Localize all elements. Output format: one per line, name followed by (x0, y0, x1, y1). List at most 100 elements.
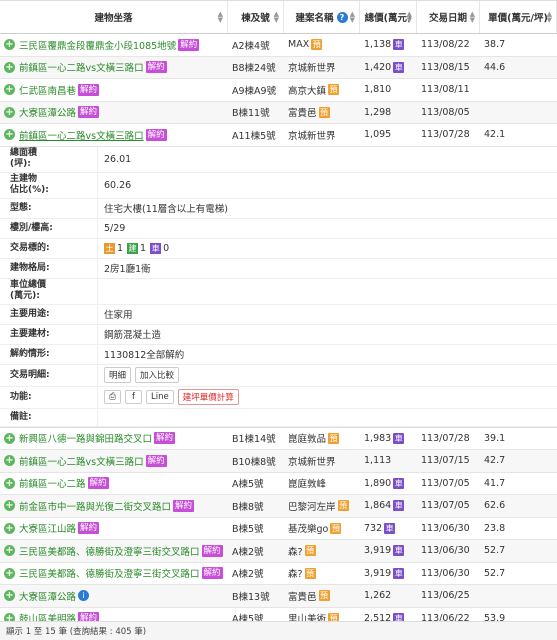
address-link[interactable]: 三民區美都路、德勝街及澄寧三街交叉路口 (19, 544, 200, 558)
table-row[interactable]: + 三民區美都路、德勝街及澄寧三街交叉路口 解約 A棟2號 森? 預 3,919 車 113/0… (0, 563, 557, 585)
type-label: 型態: (0, 198, 98, 218)
main-ratio-label: 主建物 佔比(%): (0, 172, 98, 198)
rows-bottom: + 新興區八德一路與錦田路交叉口 解約 B1棟14號 崑庭敦品預 1,983 車 113/07… (0, 428, 557, 640)
col-unit[interactable]: 棟及號 ▲ ▼ (228, 1, 284, 33)
building-icon: 建 (127, 242, 139, 254)
info-icon[interactable]: i (78, 590, 90, 602)
sort-icon: ▲ ▼ (273, 10, 279, 24)
sort-icon: ▲ ▼ (217, 10, 223, 24)
expand-icon[interactable]: + (4, 39, 15, 51)
address-link[interactable]: 三民區美都路、德勝街及澄寧三街交叉路口 (19, 566, 200, 580)
date-cell: 113/08/22 (421, 39, 470, 51)
address-link[interactable]: 前金區市中一路與光復二街交叉路口 (19, 499, 171, 513)
cancel-tag: 解約 (178, 38, 200, 51)
date-cell: 113/06/30 (421, 522, 470, 534)
project-name: 京城新世界 (288, 130, 336, 142)
total-price: 1,864 (364, 500, 392, 512)
car-icon: 車 (393, 567, 405, 579)
address-link[interactable]: 大寮區潭公路 (19, 105, 76, 119)
address-link[interactable]: 前鎮區一心二路vs文橫三路口 (19, 128, 144, 142)
cancel-value: 1130812全部解約 (104, 350, 185, 361)
floor-label: 樓別/樓高: (0, 218, 98, 238)
expand-icon[interactable]: + (4, 522, 15, 534)
table-row[interactable]: + 大寮區江山路 解約 B棟5號 基茂樂go 預 732 車 113/06/30 23.8 (0, 518, 557, 540)
total-price: 1,810 (364, 84, 392, 96)
address-link[interactable]: 前鎮區一心二路vs文橫三路口 (19, 454, 144, 468)
col-unit-price[interactable]: 單價(萬元/坪) ▲ ▼ (480, 1, 557, 33)
date-cell: 113/07/28 (421, 129, 470, 141)
address-link[interactable]: 仁武區南昌巷 (19, 83, 76, 97)
print-icon[interactable]: ⎙ (104, 390, 121, 404)
expand-icon[interactable]: + (4, 477, 15, 489)
expand-icon[interactable]: + (4, 84, 15, 96)
function-label: 功能: (0, 386, 98, 408)
cancel-label: 解約情形: (0, 344, 98, 364)
table-row[interactable]: + 三民區覆鼎金段覆鼎金小段1085地號 解約 A2棟4號 MAX 預 1,138 車 113/… (0, 34, 557, 57)
layout-label: 建物格局: (0, 258, 98, 278)
address-link[interactable]: 前鎮區一心二路vs文橫三路口 (19, 60, 144, 74)
table-row[interactable]: + 前鎮區一心二路vs文橫三路口 解約 B10棟8號 京城新世界 1,113 113/07/… (0, 450, 557, 473)
expand-icon[interactable]: + (4, 567, 15, 579)
table-row[interactable]: + 三民區美都路、德勝街及澄寧三街交叉路口 解約 A棟2號 森? 預 3,919 車 113/0… (0, 540, 557, 563)
cancel-tag: 解約 (145, 454, 167, 467)
unit-cell: A9棟A9號 (232, 85, 277, 97)
car-icon: 車 (393, 61, 405, 73)
material-label: 主要建材: (0, 324, 98, 344)
project-name: 高京大鎮 (288, 85, 327, 97)
unit-cell: B棟13號 (232, 591, 270, 603)
cancel-tag: 解約 (173, 499, 195, 512)
col-total-price[interactable]: 總價(萬元) ▲ ▼ (360, 1, 417, 33)
table-row[interactable]: + 大寮區潭公路 解約 B棟11號 富貴邑預 1,298 113/08/05 (0, 101, 557, 124)
table-row[interactable]: + 前鎮區一心二路vs文橫三路口 解約 B8棟24號 京城新世界 1,420 車 113/08… (0, 56, 557, 79)
unit-price-calc-button[interactable]: 建坪單價計算 (177, 389, 239, 405)
expand-icon[interactable]: + (4, 432, 15, 444)
expand-icon[interactable]: + (4, 590, 15, 602)
add-compare-button[interactable]: 加入比較 (135, 367, 180, 383)
total-price: 1,983 (364, 432, 392, 444)
col-address[interactable]: 建物坐落 ▲ ▼ (0, 1, 228, 33)
address-link[interactable]: 大寮區潭公路 (19, 589, 76, 603)
table-row[interactable]: + 前金區市中一路與光復二街交叉路口 解約 B棟8號 巴黎河左岸預 1,864 車 113/0… (0, 495, 557, 518)
date-cell: 113/08/05 (421, 106, 470, 118)
unit-price-cell (480, 585, 557, 607)
address-link[interactable]: 前鎮區一心二路 (19, 476, 86, 490)
presale-icon: 預 (304, 545, 316, 557)
total-price: 1,138 (364, 39, 392, 51)
project-name: 巴黎河左岸 (288, 501, 336, 513)
rows-top: + 三民區覆鼎金段覆鼎金小段1085地號 解約 A2棟4號 MAX 預 1,138 車 113/… (0, 34, 557, 147)
help-icon[interactable]: ? (336, 11, 348, 23)
col-project[interactable]: 建案名稱? ▲ ▼ (284, 1, 360, 33)
project-name: 崑庭敦峰 (288, 479, 327, 491)
address-link[interactable]: 大寮區江山路 (19, 521, 76, 535)
table-row[interactable]: + 大寮區潭公路 i B棟13號 富貴邑預 1,262 113/06/25 (0, 585, 557, 608)
total-price: 1,890 (364, 477, 392, 489)
table-row[interactable]: + 前鎮區一心二路vs文橫三路口 解約 A11棟5號 京城新世界 1,095 113/07/… (0, 124, 557, 147)
table-row[interactable]: + 前鎮區一心二路 解約 A棟5號 崑庭敦峰 1,890 車 113/07/05 41.7 (0, 473, 557, 495)
facebook-icon[interactable]: f (125, 390, 142, 404)
floor-value: 5/29 (104, 222, 126, 234)
table-row[interactable]: + 仁武區南昌巷 解約 A9棟A9號 高京大鎮預 1,810 113/08/11 (0, 79, 557, 102)
expand-icon[interactable]: + (4, 455, 15, 467)
presale-icon: 預 (304, 567, 316, 579)
detail-button[interactable]: 明細 (104, 367, 132, 383)
expand-icon[interactable]: + (4, 106, 15, 118)
expand-icon[interactable]: + (4, 500, 15, 512)
date-cell: 113/07/28 (421, 432, 470, 444)
total-price: 3,919 (364, 545, 392, 557)
cancel-tag: 解約 (154, 432, 176, 445)
expand-icon[interactable]: + (4, 129, 15, 141)
total-price: 732 (364, 522, 383, 534)
project-name: 富貴邑 (288, 108, 317, 120)
unit-cell: B棟8號 (232, 501, 264, 513)
expand-icon[interactable]: + (4, 61, 15, 73)
line-button[interactable]: Line (146, 390, 174, 404)
car-icon: 車 (393, 500, 405, 512)
use-label: 主要用途: (0, 304, 98, 324)
expand-icon[interactable]: + (4, 545, 15, 557)
date-cell: 113/06/30 (421, 545, 470, 557)
table-row[interactable]: + 新興區八德一路與錦田路交叉口 解約 B1棟14號 崑庭敦品預 1,983 車 113/07… (0, 428, 557, 450)
address-link[interactable]: 新興區八德一路與錦田路交叉口 (19, 431, 152, 445)
col-date[interactable]: 交易日期 ▲ ▼ (417, 1, 480, 33)
date-cell: 113/07/05 (421, 500, 470, 512)
address-link[interactable]: 三民區覆鼎金段覆鼎金小段1085地號 (19, 38, 176, 52)
